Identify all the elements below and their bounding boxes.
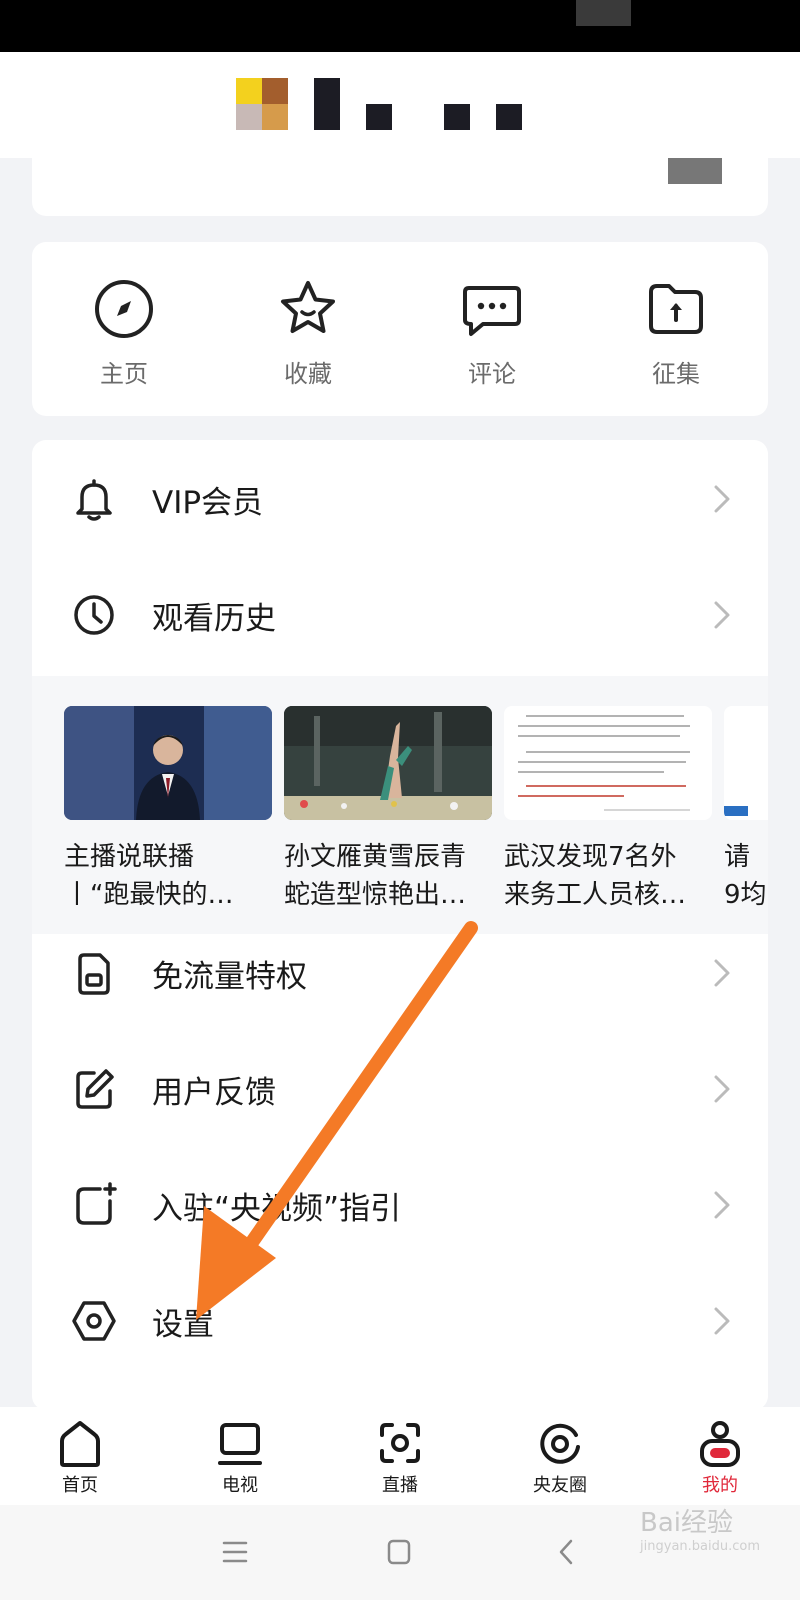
menu-row-feedback-label: 用户反馈	[152, 1074, 276, 1111]
tab-home-label: 首页	[62, 1475, 98, 1496]
quick-submissions[interactable]: 征集	[584, 242, 768, 416]
status-bar	[0, 0, 800, 52]
history-caption: 主播说联播 丨“跑最快的…	[64, 838, 274, 914]
live-icon	[380, 1423, 420, 1463]
menu-icon[interactable]	[222, 1537, 248, 1567]
watermark-sub: jingyan.baidu.com	[640, 1539, 760, 1554]
history-thumbnail[interactable]	[504, 706, 712, 820]
quick-actions: 主页 收藏 评论 征集	[32, 242, 768, 416]
menu-row-creator-guide-label: 入驻“央视频”指引	[152, 1190, 402, 1227]
menu-row-settings[interactable]: 设置	[32, 1262, 768, 1380]
history-caption-line: 来务工人员核…	[504, 880, 687, 910]
watermark: Bai经验 jingyan.baidu.com	[640, 1502, 760, 1554]
chevron-right-icon	[714, 601, 730, 629]
edit-icon	[70, 1065, 118, 1113]
upload-folder-icon	[649, 284, 703, 334]
comment-icon	[463, 286, 521, 336]
menu-row-creator-guide[interactable]: 入驻“央视频”指引	[32, 1146, 768, 1264]
menu-row-vip-label: VIP会员	[152, 484, 264, 521]
menu-row-settings-label: 设置	[152, 1306, 214, 1343]
chevron-right-icon	[714, 959, 730, 987]
news-anchor-thumbnail	[64, 706, 272, 820]
profile-header	[0, 52, 800, 158]
chevron-right-icon	[714, 1307, 730, 1335]
home-icon	[60, 1421, 100, 1467]
synchronized-swimming-thumbnail	[284, 706, 492, 820]
menu-row-vip[interactable]: VIP会员	[32, 440, 768, 558]
tab-circle-label: 央友圈	[533, 1475, 587, 1496]
tab-circle[interactable]: 央友圈	[480, 1407, 640, 1505]
history-caption-line: 武汉发现7名外	[504, 842, 677, 872]
clock-icon	[70, 591, 118, 639]
menu-row-history-label: 观看历史	[152, 600, 276, 637]
quick-favorites[interactable]: 收藏	[216, 242, 400, 416]
menu-row-data-free[interactable]: 免流量特权	[32, 914, 768, 1032]
tab-me-label: 我的	[702, 1475, 738, 1496]
menu-row-history[interactable]: 观看历史	[32, 556, 768, 674]
tab-home[interactable]: 首页	[0, 1407, 160, 1505]
history-caption-line: 主播说联播	[64, 842, 195, 872]
bell-icon	[70, 475, 118, 523]
quick-favorites-label: 收藏	[284, 360, 332, 388]
menu-row-data-free-label: 免流量特权	[152, 958, 307, 995]
history-caption-line: 蛇造型惊艳出…	[284, 880, 467, 910]
history-caption-line: 9均	[724, 880, 767, 910]
tab-tv-label: 电视	[222, 1475, 258, 1496]
quick-home-label: 主页	[100, 360, 148, 388]
history-caption-line: 孙文雁黄雪辰青	[284, 842, 467, 872]
news-article-thumbnail	[504, 706, 712, 820]
history-thumbnail[interactable]	[724, 706, 768, 820]
circle-icon	[540, 1423, 580, 1464]
compass-icon	[95, 280, 153, 338]
add-square-icon	[70, 1181, 118, 1229]
menu-row-feedback[interactable]: 用户反馈	[32, 1030, 768, 1148]
history-caption: 孙文雁黄雪辰青 蛇造型惊艳出…	[284, 838, 494, 914]
history-thumbnail[interactable]	[284, 706, 492, 820]
quick-submissions-label: 征集	[652, 360, 700, 388]
home-square-icon[interactable]	[386, 1537, 412, 1567]
chevron-right-icon	[714, 485, 730, 513]
status-block	[603, 0, 631, 26]
tab-live[interactable]: 直播	[320, 1407, 480, 1505]
history-thumbnail[interactable]	[64, 706, 272, 820]
status-block	[576, 0, 604, 26]
history-caption: 请 9均	[724, 838, 768, 914]
tab-live-label: 直播	[382, 1475, 418, 1496]
history-caption-line: 请	[724, 842, 751, 872]
star-icon	[281, 281, 335, 333]
quick-home[interactable]: 主页	[32, 242, 216, 416]
profile-card[interactable]	[32, 150, 768, 216]
tab-me[interactable]: 我的	[640, 1407, 800, 1505]
chevron-right-icon	[714, 1075, 730, 1103]
quick-comments[interactable]: 评论	[400, 242, 584, 416]
watermark-main: Bai经验	[640, 1508, 734, 1538]
settings-hexagon-icon	[70, 1297, 118, 1345]
history-caption: 武汉发现7名外 来务工人员核…	[504, 838, 714, 914]
chevron-right-icon	[714, 1191, 730, 1219]
profile-badge-mosaic	[668, 158, 722, 184]
sim-card-icon	[70, 949, 118, 997]
menu-card: VIP会员 观看历史 主播说联播 丨“跑最快的… 孙文雁黄雪辰青 蛇造型惊艳出……	[32, 440, 768, 1410]
tab-tv[interactable]: 电视	[160, 1407, 320, 1505]
tv-icon	[218, 1423, 262, 1465]
history-caption-line: 丨“跑最快的…	[64, 880, 234, 910]
back-icon[interactable]	[556, 1537, 576, 1567]
profile-icon	[700, 1421, 740, 1467]
bottom-tab-bar: 首页 电视 直播 央友圈 我的	[0, 1407, 800, 1505]
quick-comments-label: 评论	[468, 360, 516, 388]
news-thumbnail-partial	[724, 706, 768, 820]
